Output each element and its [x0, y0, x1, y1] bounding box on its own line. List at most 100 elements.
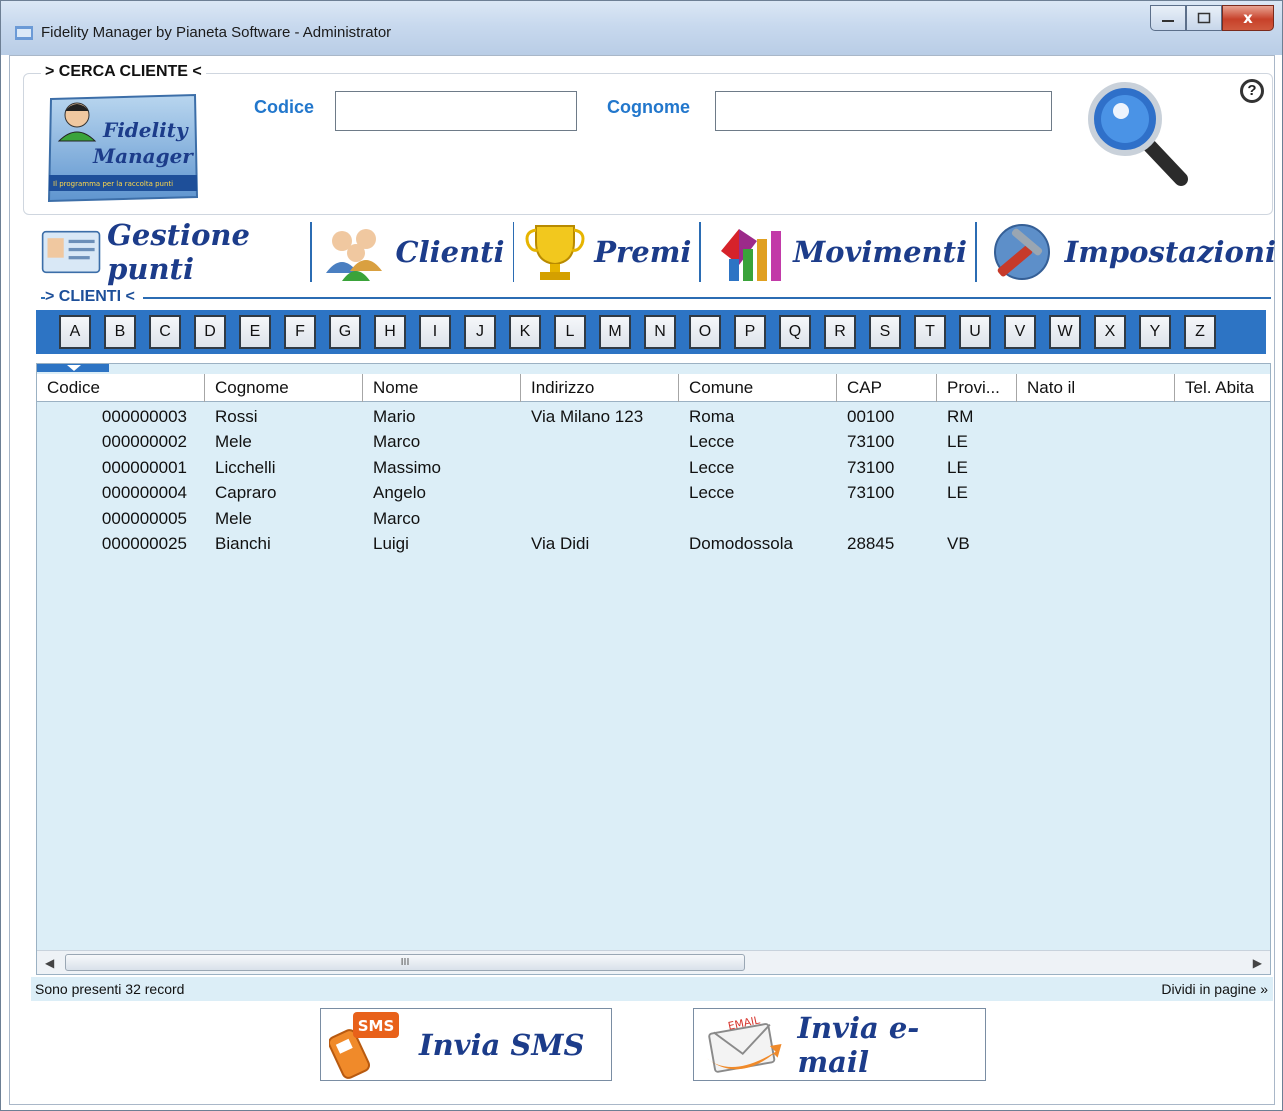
close-button[interactable]: x [1222, 5, 1274, 31]
table-cell [521, 455, 679, 480]
letter-filter-x[interactable]: X [1094, 315, 1126, 349]
menu-item-clienti[interactable]: Clienti [314, 217, 511, 287]
table-cell: 73100 [847, 483, 895, 503]
table-cell [837, 506, 937, 531]
table-cell: Mario [373, 407, 416, 426]
menu-item-movimenti[interactable]: Movimenti [703, 217, 973, 287]
table-cell: Lecce [689, 457, 735, 477]
cognome-input[interactable] [715, 91, 1052, 131]
email-envelope-icon: EMAIL [705, 1013, 782, 1073]
title-bar[interactable]: Fidelity Manager by Pianeta Software - A… [1, 1, 1282, 55]
column-header[interactable]: Comune [679, 374, 837, 402]
table-cell [1175, 506, 1270, 531]
codice-input[interactable] [335, 91, 577, 131]
table-row[interactable]: 000000001 Licchelli Massimo Lecce 73100 LE [37, 455, 1270, 480]
sms-badge: SMS [358, 1017, 395, 1035]
letter-filter-l[interactable]: L [554, 315, 586, 349]
maximize-icon [1197, 12, 1211, 24]
clients-grid: Codice Cognome Nome Indirizzo Comune CAP Provi… [36, 363, 1271, 975]
letter-filter-f[interactable]: F [284, 315, 316, 349]
letter-filter-a[interactable]: A [59, 315, 91, 349]
table-row[interactable]: 000000004 Capraro Angelo Lecce 73100 LE [37, 480, 1270, 505]
menu-item-gestione-punti[interactable]: Gestione punti [35, 217, 308, 287]
clienti-section-label: > CLIENTI < [45, 288, 143, 306]
search-button[interactable] [1085, 79, 1191, 187]
table-cell: Capraro [215, 483, 277, 503]
horizontal-scrollbar[interactable]: ◀ III ▶ [37, 950, 1270, 974]
table-cell: 000000003 [101, 407, 187, 426]
table-cell: Mele [215, 508, 252, 528]
logo-text-fidelity: Fidelity [102, 118, 189, 142]
menu-divider [512, 222, 515, 282]
chart-icon [721, 229, 782, 281]
menu-item-premi[interactable]: Premi [516, 217, 697, 287]
table-cell: 28845 [847, 533, 895, 553]
letter-filter-y[interactable]: Y [1139, 315, 1171, 349]
letter-filter-r[interactable]: R [824, 315, 856, 349]
column-header[interactable]: CAP [837, 374, 937, 402]
window-controls: x [1150, 5, 1274, 33]
help-icon: ? [1247, 82, 1257, 99]
table-cell [521, 429, 679, 454]
letter-filter-w[interactable]: W [1049, 315, 1081, 349]
letter-filter-k[interactable]: K [509, 315, 541, 349]
paginate-link[interactable]: Dividi in pagine » [1161, 981, 1268, 997]
table-row[interactable]: 000000005 Mele Marco [37, 506, 1270, 531]
letter-filter-b[interactable]: B [104, 315, 136, 349]
maximize-button[interactable] [1186, 5, 1222, 31]
letter-filter-i[interactable]: I [419, 315, 451, 349]
minimize-button[interactable] [1150, 5, 1186, 31]
table-cell: RM [947, 407, 974, 426]
letter-filter-s[interactable]: S [869, 315, 901, 349]
letter-filter-e[interactable]: E [239, 315, 271, 349]
send-sms-button[interactable]: SMS Invia SMS [320, 1008, 612, 1081]
table-cell: Luigi [373, 533, 409, 553]
help-button[interactable]: ? [1240, 79, 1264, 103]
table-cell: Licchelli [215, 457, 276, 477]
letter-filter-t[interactable]: T [914, 315, 946, 349]
table-cell: Massimo [373, 457, 442, 477]
column-header[interactable]: Codice [37, 374, 205, 402]
letter-filter-m[interactable]: M [599, 315, 631, 349]
grid-body: 000000003 Rossi Mario Via Milano 123 Roma 001… [37, 404, 1270, 556]
table-cell [1017, 531, 1175, 556]
column-header[interactable]: Cognome [205, 374, 363, 402]
codice-label: Codice [254, 97, 315, 117]
logo-tagline: Il programma per la raccolta punti [53, 180, 173, 188]
letter-filter-u[interactable]: U [959, 315, 991, 349]
letter-filter-o[interactable]: O [689, 315, 721, 349]
letter-filter-g[interactable]: G [329, 315, 361, 349]
column-header[interactable]: Tel. Abita [1175, 374, 1270, 402]
letter-filter-q[interactable]: Q [779, 315, 811, 349]
column-header[interactable]: Nome [363, 374, 521, 402]
minimize-icon [1162, 20, 1174, 22]
letter-filter-v[interactable]: V [1004, 315, 1036, 349]
table-cell [1175, 404, 1270, 429]
table-row[interactable]: 000000002 Mele Marco Lecce 73100 LE [37, 429, 1270, 454]
letter-filter-j[interactable]: J [464, 315, 496, 349]
column-header[interactable]: Nato il [1017, 374, 1175, 402]
table-cell: 000000004 [101, 483, 187, 503]
grid-collapse-toggle[interactable] [37, 364, 109, 372]
letter-filter-h[interactable]: H [374, 315, 406, 349]
column-header[interactable]: Indirizzo [521, 374, 679, 402]
letter-filter-d[interactable]: D [194, 315, 226, 349]
scrollbar-thumb[interactable]: III [65, 954, 745, 971]
table-cell: LE [947, 457, 968, 477]
send-email-label: Invia e-mail [797, 1010, 920, 1079]
letter-filter-n[interactable]: N [644, 315, 676, 349]
table-cell: 73100 [847, 432, 895, 452]
table-row[interactable]: 000000025 Bianchi Luigi Via Didi Domodossola… [37, 531, 1270, 556]
letter-filter-c[interactable]: C [149, 315, 181, 349]
table-cell: Marco [373, 432, 421, 452]
scroll-right-icon[interactable]: ▶ [1253, 956, 1262, 970]
menu-label-clienti: Clienti [395, 235, 505, 269]
table-row[interactable]: 000000003 Rossi Mario Via Milano 123 Roma 001… [37, 404, 1270, 429]
letter-filter-z[interactable]: Z [1184, 315, 1216, 349]
column-header[interactable]: Provi... [937, 374, 1017, 402]
menu-item-impostazioni[interactable]: Impostazioni [979, 217, 1282, 287]
letter-filter-p[interactable]: P [734, 315, 766, 349]
scroll-left-icon[interactable]: ◀ [45, 956, 54, 970]
send-email-button[interactable]: EMAIL Invia e-mail [693, 1008, 986, 1081]
grid-header: Codice Cognome Nome Indirizzo Comune CAP Provi… [37, 374, 1270, 402]
